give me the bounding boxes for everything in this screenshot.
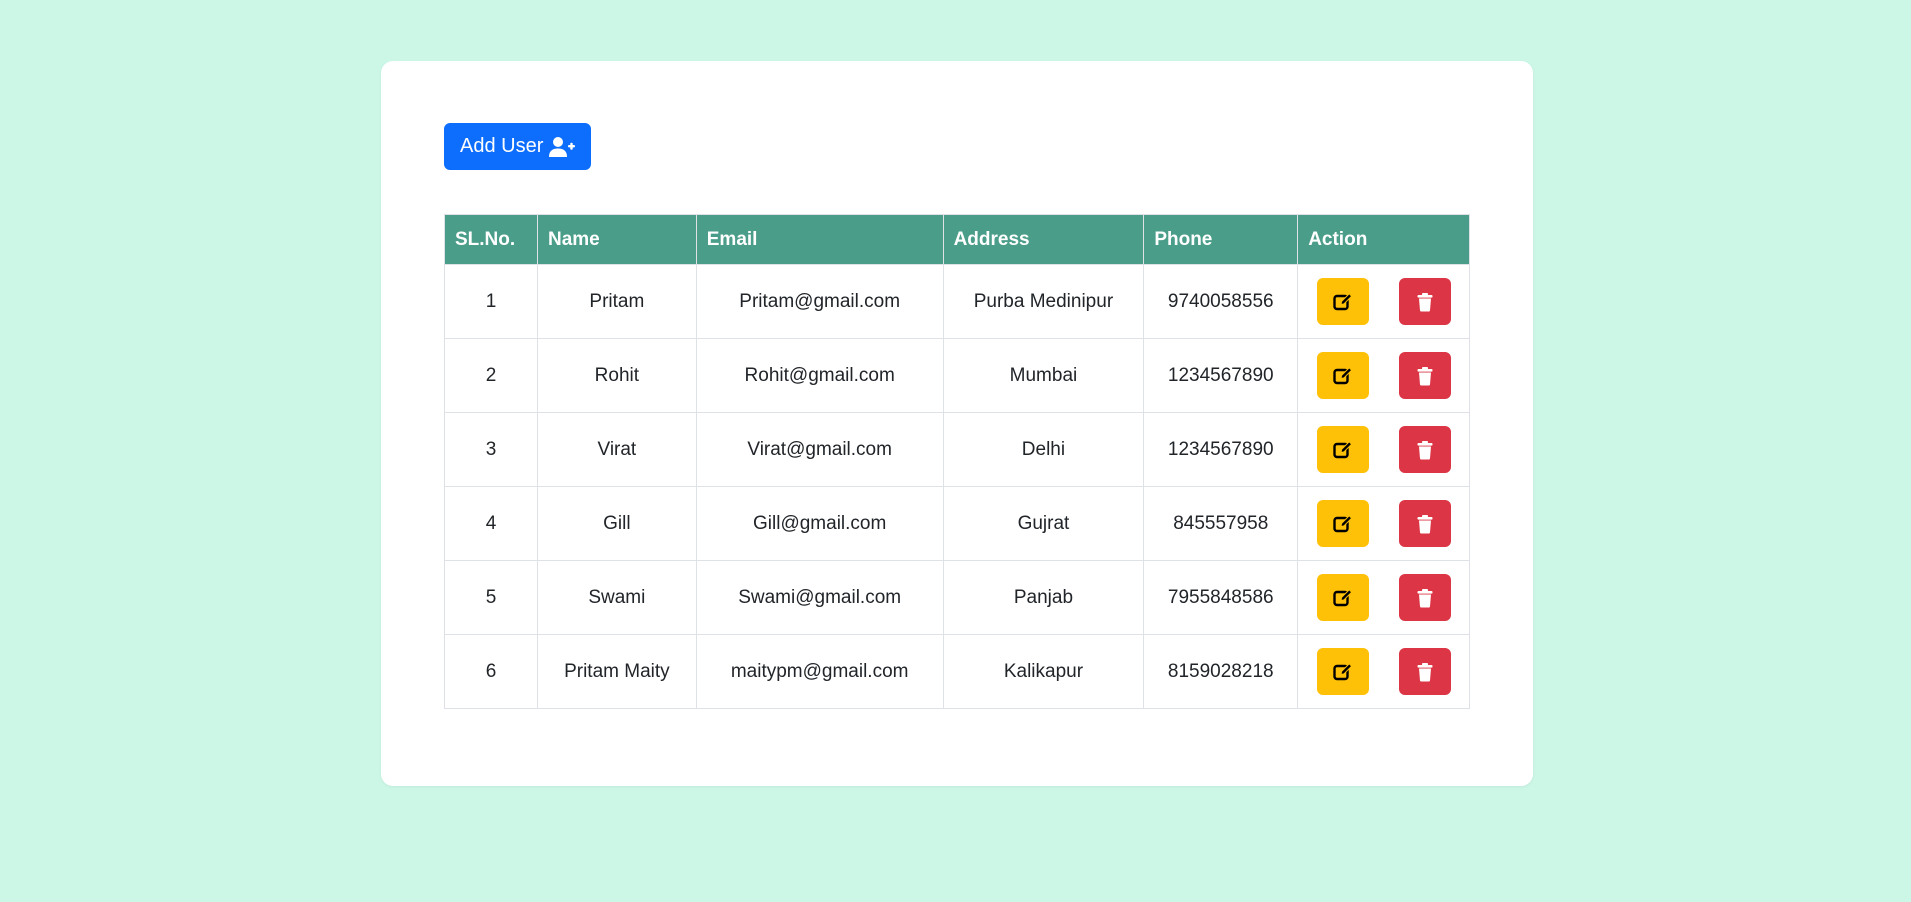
cell-address: Mumbai: [942, 338, 1145, 413]
header-email: Email: [695, 214, 944, 265]
table-row: 5 Swami Swami@gmail.com Panjab 7955848586: [444, 560, 1470, 635]
edit-icon: [1332, 292, 1352, 310]
cell-address: Kalikapur: [942, 634, 1145, 709]
edit-icon: [1332, 440, 1352, 458]
edit-button[interactable]: [1316, 352, 1369, 399]
delete-button[interactable]: [1398, 278, 1451, 325]
edit-icon: [1332, 588, 1352, 606]
cell-name: Swami: [536, 560, 697, 635]
cell-phone: 8159028218: [1143, 634, 1299, 709]
cell-address: Delhi: [942, 412, 1145, 487]
edit-button[interactable]: [1316, 426, 1369, 473]
header-phone: Phone: [1143, 214, 1299, 265]
cell-address: Purba Medinipur: [942, 264, 1145, 339]
users-card: Add User SL.No. Name Email Address Phone…: [381, 61, 1533, 786]
user-plus-icon: [549, 136, 576, 157]
add-user-label: Add User: [460, 135, 544, 157]
table-header-row: SL.No. Name Email Address Phone Action: [444, 214, 1470, 265]
table-row: 6 Pritam Maity maitypm@gmail.com Kalikapur 8…: [444, 634, 1470, 709]
edit-icon: [1332, 366, 1352, 384]
cell-actions: [1297, 560, 1470, 635]
cell-sl: 1: [444, 264, 538, 339]
edit-button[interactable]: [1316, 648, 1369, 695]
cell-email: Virat@gmail.com: [695, 412, 944, 487]
cell-name: Rohit: [536, 338, 697, 413]
edit-button[interactable]: [1316, 500, 1369, 547]
cell-address: Gujrat: [942, 486, 1145, 561]
edit-icon: [1332, 514, 1352, 532]
cell-phone: 1234567890: [1143, 338, 1299, 413]
cell-name: Pritam Maity: [536, 634, 697, 709]
delete-button[interactable]: [1398, 500, 1451, 547]
table-row: 2 Rohit Rohit@gmail.com Mumbai 1234567890: [444, 338, 1470, 413]
cell-phone: 845557958: [1143, 486, 1299, 561]
edit-button[interactable]: [1316, 574, 1369, 621]
cell-sl: 5: [444, 560, 538, 635]
cell-email: Swami@gmail.com: [695, 560, 944, 635]
cell-actions: [1297, 264, 1470, 339]
trash-icon: [1417, 588, 1433, 607]
cell-email: Pritam@gmail.com: [695, 264, 944, 339]
header-sl-no: SL.No.: [444, 214, 538, 265]
cell-sl: 4: [444, 486, 538, 561]
add-user-button[interactable]: Add User: [444, 123, 592, 170]
trash-icon: [1417, 292, 1433, 311]
header-action: Action: [1297, 214, 1470, 265]
cell-address: Panjab: [942, 560, 1145, 635]
cell-actions: [1297, 486, 1470, 561]
cell-phone: 7955848586: [1143, 560, 1299, 635]
table-body: 1 Pritam Pritam@gmail.com Purba Medinipur 97…: [444, 264, 1470, 709]
table-row: 1 Pritam Pritam@gmail.com Purba Medinipur 97…: [444, 264, 1470, 339]
trash-icon: [1417, 440, 1433, 459]
delete-button[interactable]: [1398, 648, 1451, 695]
trash-icon: [1417, 662, 1433, 681]
cell-email: maitypm@gmail.com: [695, 634, 944, 709]
cell-name: Virat: [536, 412, 697, 487]
cell-email: Gill@gmail.com: [695, 486, 944, 561]
cell-phone: 1234567890: [1143, 412, 1299, 487]
cell-sl: 2: [444, 338, 538, 413]
table-row: 3 Virat Virat@gmail.com Delhi 1234567890: [444, 412, 1470, 487]
delete-button[interactable]: [1398, 426, 1451, 473]
edit-button[interactable]: [1316, 278, 1369, 325]
users-table: SL.No. Name Email Address Phone Action 1…: [444, 214, 1470, 709]
cell-email: Rohit@gmail.com: [695, 338, 944, 413]
cell-actions: [1297, 338, 1470, 413]
cell-sl: 6: [444, 634, 538, 709]
cell-actions: [1297, 634, 1470, 709]
trash-icon: [1417, 514, 1433, 533]
cell-sl: 3: [444, 412, 538, 487]
cell-name: Pritam: [536, 264, 697, 339]
cell-actions: [1297, 412, 1470, 487]
trash-icon: [1417, 366, 1433, 385]
header-address: Address: [942, 214, 1145, 265]
delete-button[interactable]: [1398, 574, 1451, 621]
cell-name: Gill: [536, 486, 697, 561]
cell-phone: 9740058556: [1143, 264, 1299, 339]
edit-icon: [1332, 662, 1352, 680]
table-row: 4 Gill Gill@gmail.com Gujrat 845557958: [444, 486, 1470, 561]
delete-button[interactable]: [1398, 352, 1451, 399]
header-name: Name: [536, 214, 697, 265]
